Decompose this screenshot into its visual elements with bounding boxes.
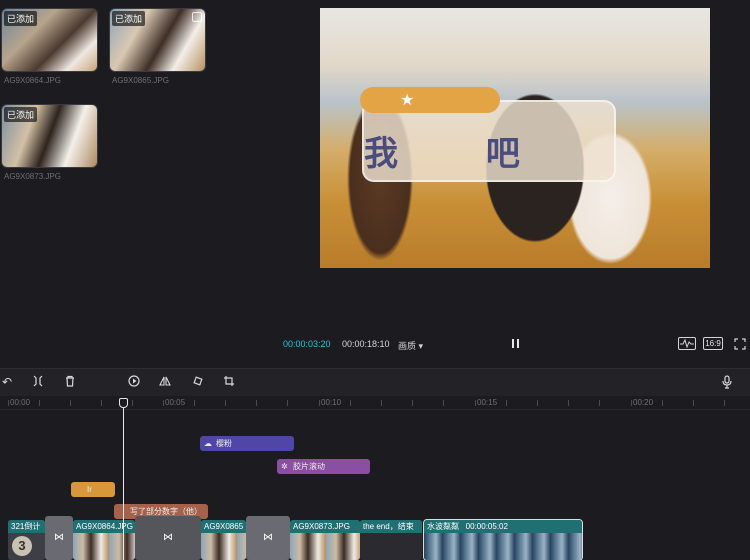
media-filename: AG9X0873.JPG: [4, 172, 61, 181]
segment-title: AG9X0873.JPG: [290, 520, 360, 533]
playhead-line[interactable]: [123, 398, 124, 560]
video-segment[interactable]: AG9X0865: [201, 520, 246, 560]
sparkle-icon: ✲: [281, 462, 288, 471]
player-controls: 00:00:03:20 00:00:18:10 画质 ▾ 16:9: [283, 334, 750, 356]
transition-icon[interactable]: ⋈: [135, 516, 201, 560]
title-sticker-text: 我 吧: [364, 134, 558, 174]
ruler-label: 00:10: [321, 398, 342, 407]
quality-dropdown[interactable]: 画质 ▾: [398, 339, 423, 352]
aspect-ratio-button[interactable]: 16:9: [703, 337, 723, 350]
quality-label: 画质: [398, 341, 417, 351]
video-segment[interactable]: 321倒计 3: [8, 520, 45, 560]
effect-icon: ☁: [204, 439, 212, 448]
transition-icon[interactable]: ⋈: [246, 516, 290, 560]
media-thumb-1[interactable]: 已添加: [1, 8, 98, 72]
media-filename: AG9X0865.JPG: [112, 76, 169, 85]
play-range-icon[interactable]: [127, 375, 141, 389]
effect-clip-label: 胶片滚动: [293, 462, 325, 471]
text-clip-label: Ir: [87, 485, 92, 494]
delete-icon[interactable]: [63, 375, 77, 389]
segment-title: the end，结束: [360, 520, 422, 533]
current-time: 00:00:03:20: [283, 339, 331, 349]
transition-icon[interactable]: ⋈: [45, 516, 73, 560]
ruler-label: 00:15: [477, 398, 498, 407]
time-ruler[interactable]: 00:00 00:05 00:10 00:15 00:20: [0, 396, 750, 410]
added-badge: 已添加: [4, 11, 38, 26]
countdown-number: 3: [12, 536, 32, 556]
total-time: 00:00:18:10: [342, 339, 390, 349]
segment-title: AG9X0864.JPG: [73, 520, 135, 533]
preview-canvas[interactable]: ★ 我 吧: [320, 8, 710, 268]
video-segment[interactable]: the end，结束: [360, 520, 422, 560]
effect-clip-1[interactable]: ☁ 樱粉: [200, 436, 294, 451]
video-segment-selected[interactable]: 水波粼粼 00:00:05:02: [423, 519, 583, 560]
preview-panel: ★ 我 吧 00:00:03:20 00:00:18:10 画质 ▾ 16:9: [283, 0, 750, 368]
undo-icon[interactable]: ↶: [0, 375, 14, 389]
text-clip-label: 写了部分数字（他）: [130, 507, 202, 516]
text-clip-1[interactable]: Ir: [71, 482, 115, 497]
video-segment[interactable]: AG9X0864.JPG: [73, 520, 135, 560]
effect-clip-2[interactable]: ✲ 胶片滚动: [277, 459, 370, 474]
crop-icon[interactable]: [222, 375, 236, 389]
ruler-label: 00:05: [165, 398, 186, 407]
playhead-handle[interactable]: [119, 398, 128, 408]
segment-title: 321倒计: [8, 520, 45, 533]
timeline[interactable]: 00:00 00:05 00:10 00:15 00:20 ☁ 樱粉 ✲ 胶片滚…: [0, 396, 750, 560]
segment-name: 水波粼粼: [427, 522, 459, 531]
media-thumb-2[interactable]: 已添加: [109, 8, 206, 72]
split-icon[interactable]: [31, 375, 45, 389]
segment-title: 水波粼粼 00:00:05:02: [424, 520, 582, 533]
segment-title: AG9X0865: [201, 520, 246, 533]
video-segment[interactable]: AG9X0873.JPG: [290, 520, 360, 560]
waveform-icon[interactable]: [678, 337, 696, 350]
edit-toolbar: ↶: [0, 368, 750, 396]
media-library: 已添加 AG9X0864.JPG 已添加 AG9X0865.JPG 已添加 AG…: [0, 0, 318, 368]
effect-clip-label: 樱粉: [216, 439, 232, 448]
star-icon: ★: [400, 92, 415, 109]
microphone-icon[interactable]: [720, 375, 734, 389]
title-sticker-tab: [360, 87, 500, 113]
added-badge: 已添加: [112, 11, 146, 26]
fullscreen-icon[interactable]: [734, 337, 746, 350]
select-icon[interactable]: [192, 12, 202, 22]
main-video-track[interactable]: 321倒计 3 ⋈ AG9X0864.JPG ⋈ AG9X0865 ⋈ AG9X…: [8, 516, 588, 560]
added-badge: 已添加: [4, 107, 38, 122]
segment-duration: 00:00:05:02: [465, 522, 508, 531]
mirror-icon[interactable]: [158, 375, 172, 389]
media-thumb-3[interactable]: 已添加: [1, 104, 98, 168]
pause-button[interactable]: [511, 337, 521, 349]
ruler-label: 00:20: [633, 398, 654, 407]
rotate-icon[interactable]: [191, 375, 205, 389]
media-filename: AG9X0864.JPG: [4, 76, 61, 85]
ruler-label: 00:00: [10, 398, 31, 407]
